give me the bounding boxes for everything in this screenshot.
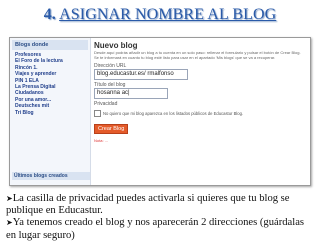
sidebar: Blogs donde Profesores El Foro de la lec… [10,38,91,185]
slide-title: 4. ASIGNAR NOMBRE AL BLOG [0,5,320,25]
bullet-item: ➤Ya tenemos creado el blog y nos aparece… [6,217,316,241]
privacy-label: Privacidad [94,100,118,107]
slide-number: 4. [43,6,56,23]
bullet-text: La casilla de privacidad puedes activarl… [6,193,290,217]
sidebar-header: Blogs donde [12,40,88,50]
arrow-bullet-icon: ➤ [6,194,13,203]
privacy-row: No quiero que mi blog aparezca en los li… [94,109,308,117]
title-field[interactable]: hosanna ac| [94,87,168,99]
sidebar-item[interactable]: Tri Blog [10,110,90,116]
privacy-text: No quiero que mi blog aparezca en los li… [103,110,244,116]
form-note: Nota: ... [94,137,109,143]
address-field[interactable]: blog.educastur.es/ rmalfonso [94,68,188,80]
new-blog-form: Nuevo blog Desde aquí podrás añadir un b… [94,38,308,185]
privacy-checkbox[interactable] [94,109,101,117]
bullet-list: ➤La casilla de privacidad puedes activar… [6,193,316,242]
form-description: Desde aquí podrás añadir un blog a tu cu… [94,50,301,60]
address-label: Dirección URL [94,62,127,69]
arrow-bullet-icon: ➤ [6,218,13,228]
create-blog-button[interactable]: Crear Blog [94,123,129,134]
embedded-screenshot: Blogs donde Profesores El Foro de la lec… [9,37,311,186]
form-heading: Nuevo blog [94,41,138,50]
bullet-text: Ya tenemos creado el blog y nos aparecer… [6,217,305,241]
sidebar-footer: Últimos blogs creados [12,172,90,180]
slide-title-text: ASIGNAR NOMBRE AL BLOG [59,6,277,23]
bullet-item: ➤La casilla de privacidad puedes activar… [6,193,316,217]
